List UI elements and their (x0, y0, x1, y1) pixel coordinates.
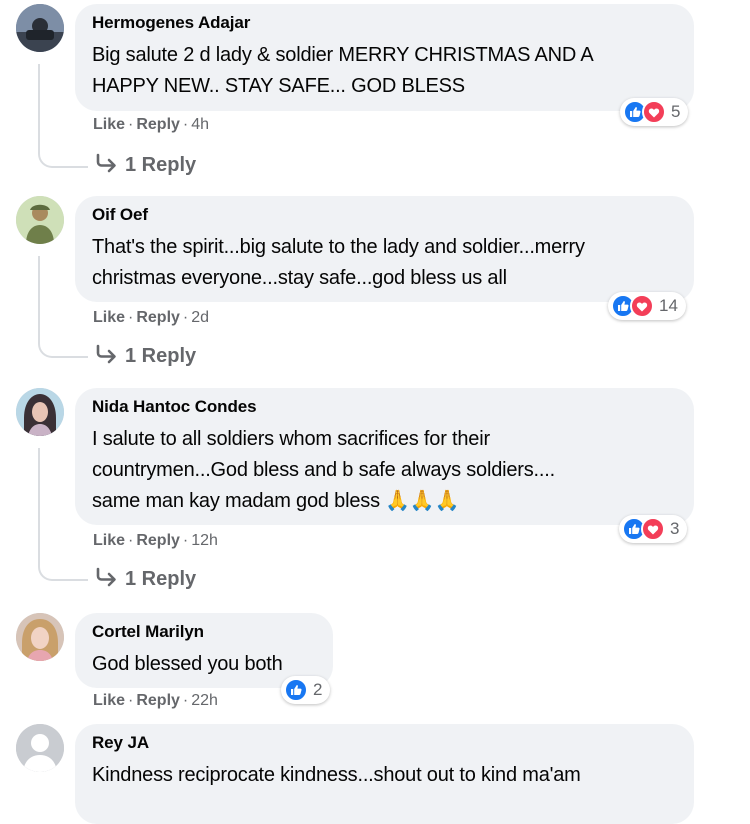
view-replies-link[interactable]: 1 Reply (94, 343, 196, 369)
like-button[interactable]: Like (93, 116, 125, 133)
comment-actions: Like · Reply · 2d (93, 309, 210, 326)
reaction-summary[interactable]: 3 (619, 515, 688, 543)
comment-text-line: christmas everyone...stay safe...god ble… (92, 267, 507, 289)
comment-author[interactable]: Nida Hantoc Condes (92, 396, 676, 418)
timestamp[interactable]: 22h (191, 692, 218, 709)
timestamp[interactable]: 2d (191, 309, 209, 326)
comment-text-line: countrymen...God bless and b safe always… (92, 459, 555, 481)
love-icon (630, 294, 654, 318)
love-icon (641, 517, 665, 541)
reply-arrow-icon (96, 344, 116, 364)
comment-text-line: Kindness reciprocate kindness...shout ou… (92, 764, 581, 786)
reaction-count: 14 (659, 296, 678, 315)
reply-arrow-icon (96, 567, 116, 587)
avatar[interactable] (16, 724, 64, 772)
love-icon (642, 100, 666, 124)
comment-author[interactable]: Hermogenes Adajar (92, 12, 676, 34)
replies-label: 1 Reply (125, 345, 197, 367)
reaction-count: 2 (313, 680, 323, 699)
comment-bubble: Nida Hantoc Condes I salute to all soldi… (75, 388, 694, 525)
avatar[interactable] (16, 388, 64, 436)
comment-text-line: Big salute 2 d lady & soldier MERRY CHRI… (92, 44, 594, 66)
replies-label: 1 Reply (125, 154, 197, 176)
reply-button[interactable]: Reply (136, 692, 180, 709)
comment-actions: Like · Reply · 4h (93, 116, 210, 133)
like-icon (284, 678, 308, 702)
timestamp[interactable]: 4h (191, 116, 209, 133)
avatar[interactable] (16, 4, 64, 52)
comment-actions: Like · Reply · 12h (93, 532, 218, 549)
reply-button[interactable]: Reply (136, 532, 180, 549)
view-replies-link[interactable]: 1 Reply (94, 152, 196, 178)
default-avatar-icon (16, 724, 64, 772)
like-button[interactable]: Like (93, 309, 125, 326)
reaction-count: 3 (670, 519, 680, 538)
comment-text-line: same man kay madam god bless 🙏🙏🙏 (92, 490, 460, 512)
comment-actions: Like · Reply · 22h (93, 692, 218, 709)
reply-button[interactable]: Reply (136, 309, 180, 326)
reaction-summary[interactable]: 5 (620, 98, 689, 126)
comment-text-line: That's the spirit...big salute to the la… (92, 236, 585, 258)
reply-button[interactable]: Reply (136, 116, 180, 133)
reply-arrow-icon (96, 153, 116, 173)
timestamp[interactable]: 12h (191, 532, 218, 549)
comment-author[interactable]: Rey JA (92, 732, 676, 754)
comment-text-line: I salute to all soldiers whom sacrifices… (92, 428, 490, 450)
like-button[interactable]: Like (93, 532, 125, 549)
comment-author[interactable]: Oif Oef (92, 204, 676, 226)
comment-bubble: Hermogenes Adajar Big salute 2 d lady & … (75, 4, 694, 111)
view-replies-link[interactable]: 1 Reply (94, 566, 196, 592)
comment-author[interactable]: Cortel Marilyn (92, 621, 315, 643)
avatar[interactable] (16, 613, 64, 661)
avatar[interactable] (16, 196, 64, 244)
comment-bubble: Oif Oef That's the spirit...big salute t… (75, 196, 694, 302)
reaction-summary[interactable]: 14 (608, 292, 686, 320)
replies-label: 1 Reply (125, 568, 197, 590)
comment-bubble: Rey JA Kindness reciprocate kindness...s… (75, 724, 694, 824)
comment-text-line: HAPPY NEW.. STAY SAFE... GOD BLESS (92, 75, 465, 97)
comment-text-line: God blessed you both (92, 653, 283, 675)
like-button[interactable]: Like (93, 692, 125, 709)
reaction-count: 5 (671, 102, 681, 121)
reaction-summary[interactable]: 2 (281, 676, 331, 704)
